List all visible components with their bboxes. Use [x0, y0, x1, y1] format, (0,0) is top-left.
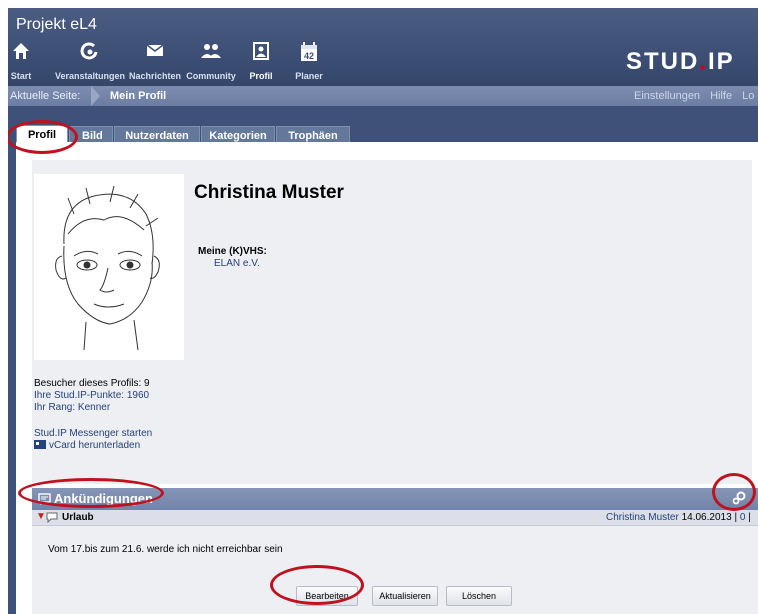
logout-link[interactable]: Lo: [742, 90, 754, 102]
site-title: Projekt eL4: [16, 16, 97, 33]
rank-text: Ihr Rang: Kenner: [34, 402, 111, 413]
highlight-ring-profil-tab: [8, 120, 78, 154]
announcement-text: Vom 17.bis zum 21.6. werde ich nicht err…: [48, 544, 283, 555]
vhs-link[interactable]: ELAN e.V.: [214, 258, 260, 269]
highlight-ring-announcements: [18, 478, 164, 508]
nav-profil[interactable]: Profil: [246, 38, 276, 84]
profile-panel: Christina Muster Meine (K)VHS: ELAN e.V.…: [32, 160, 752, 484]
community-icon: [200, 42, 222, 63]
announcement-views: 0: [739, 512, 746, 523]
delete-button[interactable]: Löschen: [446, 586, 512, 606]
logo-text: STUD: [626, 48, 700, 75]
highlight-ring-edit-button: [270, 565, 364, 605]
visitor-count: Besucher dieses Profils: 9: [34, 378, 150, 389]
announcement-row[interactable]: ▼ Urlaub Christina Muster 14.06.2013 | 0…: [32, 510, 758, 526]
nav-nachrichten-label: Nachrichten: [128, 71, 181, 81]
nav-veranstaltungen-label: Veranstaltungen: [54, 71, 126, 81]
header-links: Einstellungen Hilfe Lo: [634, 90, 758, 102]
header: Projekt eL4 Start Veranstaltungen Nachri…: [8, 8, 758, 86]
nav-community-label: Community: [186, 71, 236, 81]
logo-dot: .: [699, 48, 709, 75]
breadcrumb: Aktuelle Seite: Mein Profil Einstellunge…: [8, 86, 758, 106]
help-link[interactable]: Hilfe: [710, 90, 732, 102]
messenger-link[interactable]: Stud.IP Messenger starten: [34, 428, 152, 439]
profile-name: Christina Muster: [194, 182, 344, 203]
breadcrumb-arrow-icon: [91, 86, 100, 106]
announcement-title[interactable]: Urlaub: [62, 512, 94, 523]
settings-link[interactable]: Einstellungen: [634, 90, 700, 102]
calendar-icon: 42: [300, 42, 318, 65]
nav-planer-label: Planer: [295, 71, 323, 81]
logo-text-end: IP: [708, 48, 735, 75]
mail-icon: [146, 42, 164, 61]
app-window: Projekt eL4 Start Veranstaltungen Nachri…: [8, 8, 758, 614]
nav-planer[interactable]: 42 Planer: [292, 38, 326, 84]
vcard-download-link[interactable]: vCard herunterladen: [34, 440, 140, 451]
main-content: Christina Muster Meine (K)VHS: ELAN e.V.…: [16, 142, 758, 614]
left-border: [8, 106, 16, 614]
nav-start[interactable]: Start: [8, 38, 34, 84]
studip-logo[interactable]: STUD.IP: [626, 48, 735, 76]
calendar-day: 42: [304, 51, 314, 61]
breadcrumb-label: Aktuelle Seite:: [10, 90, 81, 102]
highlight-ring-settings: [712, 473, 756, 511]
home-icon: [12, 42, 30, 63]
announcement-date: 14.06.2013: [681, 512, 732, 523]
nav-community[interactable]: Community: [184, 38, 238, 84]
announcement-author[interactable]: Christina Muster: [606, 512, 679, 523]
nav-nachrichten[interactable]: Nachrichten: [128, 38, 182, 84]
announcement-body: Vom 17.bis zum 21.6. werde ich nicht err…: [32, 526, 758, 614]
vcard-label: vCard herunterladen: [49, 440, 141, 451]
announcement-meta: Christina Muster 14.06.2013 | 0 |: [606, 512, 751, 523]
profile-icon: [253, 42, 269, 63]
refresh-button[interactable]: Aktualisieren: [372, 586, 438, 606]
meta-separator: |: [734, 512, 738, 523]
vhs-label: Meine (K)VHS:: [198, 246, 267, 257]
nav-veranstaltungen[interactable]: Veranstaltungen: [52, 38, 128, 84]
nav-profil-label: Profil: [249, 71, 273, 81]
breadcrumb-current: Mein Profil: [110, 90, 167, 102]
tab-bar: Profil Bild Nutzerdaten Kategorien Troph…: [8, 106, 758, 144]
collapse-arrow-icon[interactable]: ▼: [36, 511, 46, 522]
points-link[interactable]: Ihre Stud.IP-Punkte: 1960: [34, 390, 149, 401]
speech-bubble-icon: [46, 512, 58, 526]
nav-start-label: Start: [10, 71, 32, 81]
meta-separator: |: [748, 512, 751, 523]
courses-icon: [80, 42, 100, 65]
avatar: [34, 174, 184, 360]
vcard-icon: [34, 440, 46, 449]
